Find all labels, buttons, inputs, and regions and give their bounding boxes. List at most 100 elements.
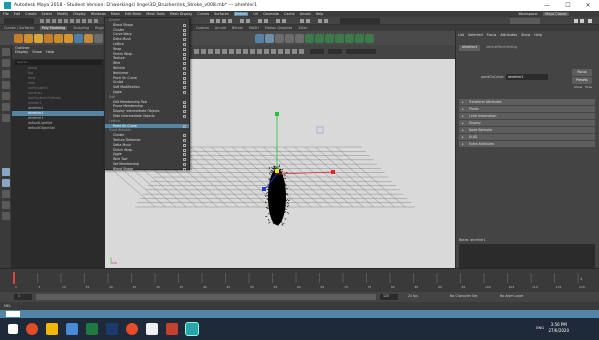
last-tool-icon[interactable] [2, 114, 10, 122]
outliner-menu-show[interactable]: Show [32, 50, 42, 54]
menu-modify[interactable]: Modify [57, 12, 68, 16]
fps-dropdown[interactable]: 24 fps [408, 294, 418, 298]
show-label[interactable]: Show [574, 85, 582, 89]
menu-edit[interactable]: Edit [14, 12, 21, 16]
rotate-tool-icon[interactable] [2, 92, 10, 100]
connect-icon[interactable] [275, 33, 284, 43]
maya-icon[interactable] [185, 322, 199, 336]
workspace-dropdown[interactable]: Maya Classic [543, 12, 569, 16]
mail-icon[interactable] [146, 323, 158, 335]
excel-icon[interactable] [86, 323, 98, 335]
shelf-tab-arnold[interactable]: Arnold [215, 26, 226, 30]
fill-hole-icon[interactable] [285, 33, 294, 43]
attr-menu-show[interactable]: Show [521, 33, 530, 41]
file-explorer-icon[interactable] [46, 323, 58, 335]
option-box-icon[interactable] [183, 134, 186, 138]
single-view-icon[interactable] [2, 168, 10, 176]
shelf-tab-curves-surfaces[interactable]: Curves / Surfaces [4, 26, 34, 30]
persp-outliner-icon[interactable] [2, 190, 10, 198]
focus-button[interactable]: Focus [572, 69, 592, 76]
search-icon[interactable] [26, 323, 38, 335]
append-icon[interactable] [295, 33, 304, 43]
attr-menu-selected[interactable]: Selected [468, 33, 483, 41]
system-clock[interactable]: 3:56 PM 27/6/2020 [548, 322, 569, 334]
sew-uv-icon[interactable] [345, 33, 354, 43]
attr-menu-list[interactable]: List [458, 33, 464, 41]
option-box-icon[interactable] [183, 42, 186, 46]
option-box-icon[interactable] [183, 71, 186, 75]
shelf-tab-mash[interactable]: MASH [249, 26, 259, 30]
option-box-icon[interactable] [183, 143, 186, 147]
option-box-icon[interactable] [183, 167, 186, 171]
menu-select[interactable]: Select [42, 12, 52, 16]
menu-arnold[interactable]: Arnold [300, 12, 311, 16]
range-end[interactable]: 120 [383, 294, 389, 298]
shelf-tab-bifrost[interactable]: Bifrost [232, 26, 243, 30]
option-box-icon[interactable] [183, 105, 186, 109]
menu-uv[interactable]: UV [253, 12, 258, 16]
powerpoint-icon[interactable] [166, 323, 178, 335]
start-icon[interactable] [8, 324, 18, 334]
option-box-icon[interactable] [183, 158, 186, 162]
cube-icon[interactable] [14, 33, 23, 43]
command-line[interactable]: MEL [0, 302, 599, 310]
maximize-button[interactable]: ☐ [558, 0, 578, 11]
outliner-menu-display[interactable]: Display [15, 50, 28, 54]
attribute-section[interactable]: Transform Attributes [459, 99, 595, 105]
x-axis-tip[interactable] [331, 170, 335, 174]
menu-file[interactable]: File [3, 12, 9, 16]
outliner-search-input[interactable]: Search... [15, 60, 102, 65]
option-box-icon[interactable] [183, 90, 186, 94]
cone-icon[interactable] [44, 33, 53, 43]
option-box-icon[interactable] [183, 33, 186, 37]
attribute-section[interactable]: UUID [459, 134, 595, 140]
outliner-item[interactable]: defaultObjectSet [12, 126, 105, 131]
select-tool-icon[interactable] [2, 48, 10, 56]
four-view-icon[interactable] [2, 179, 10, 187]
attribute-section[interactable]: Pivots [459, 106, 595, 112]
z-axis-tip[interactable] [262, 187, 266, 191]
move-manipulator[interactable] [262, 112, 335, 191]
shelf-tab-xgen[interactable]: XGen [298, 26, 307, 30]
option-box-icon[interactable] [183, 153, 186, 157]
photoshop-icon[interactable] [106, 323, 118, 335]
menu-generate[interactable]: Generate [263, 12, 279, 16]
anim-layer-dropdown[interactable]: No Anim Layer [500, 294, 523, 298]
option-box-icon[interactable] [183, 86, 186, 90]
menu-windows[interactable]: Windows [91, 12, 106, 16]
menu-item[interactable]: Blend Shape [105, 167, 189, 172]
node-name-field[interactable]: ahrehler1 [506, 74, 548, 80]
option-box-icon[interactable] [183, 110, 186, 114]
layout-icon[interactable] [365, 33, 374, 43]
minimize-button[interactable]: — [537, 0, 557, 11]
menu-mesh[interactable]: Mesh [111, 12, 120, 16]
cut-uv-icon[interactable] [335, 33, 344, 43]
language-indicator[interactable]: ENG [536, 326, 544, 330]
outliner-layout-icon[interactable] [2, 212, 10, 220]
node-tab-secondary[interactable]: defaultPointSetting [483, 45, 520, 51]
presets-button[interactable]: Presets [572, 77, 592, 84]
menu-mesh-display[interactable]: Mesh Display [170, 12, 193, 16]
option-box-icon[interactable] [183, 162, 186, 166]
y-axis-tip[interactable] [275, 112, 279, 116]
menu-cache[interactable]: Cache [284, 12, 295, 16]
attribute-section[interactable]: Limit Information [459, 113, 595, 119]
paint-select-icon[interactable] [2, 70, 10, 78]
chrome-icon[interactable] [66, 323, 78, 335]
sphere-icon[interactable] [24, 33, 33, 43]
menu-deform[interactable]: Deform [233, 12, 249, 16]
persp-graph-icon[interactable] [2, 201, 10, 209]
attribute-section[interactable]: Display [459, 120, 595, 126]
option-box-icon[interactable] [183, 100, 186, 104]
shelf-tab-sculpting[interactable]: Sculpting [73, 26, 89, 30]
menu-curves[interactable]: Curves [197, 12, 209, 16]
close-button[interactable]: ✕ [578, 0, 598, 11]
option-box-icon[interactable] [183, 76, 186, 80]
cylinder-icon[interactable] [34, 33, 43, 43]
plane-icon[interactable] [64, 33, 73, 43]
shelf-tab-poly-modeling[interactable]: Poly Modeling [39, 26, 68, 30]
option-box-icon[interactable] [183, 23, 186, 27]
attr-menu-attributes[interactable]: Attributes [500, 33, 517, 41]
attr-menu-help[interactable]: Help [534, 33, 542, 41]
option-box-icon[interactable] [183, 124, 186, 128]
